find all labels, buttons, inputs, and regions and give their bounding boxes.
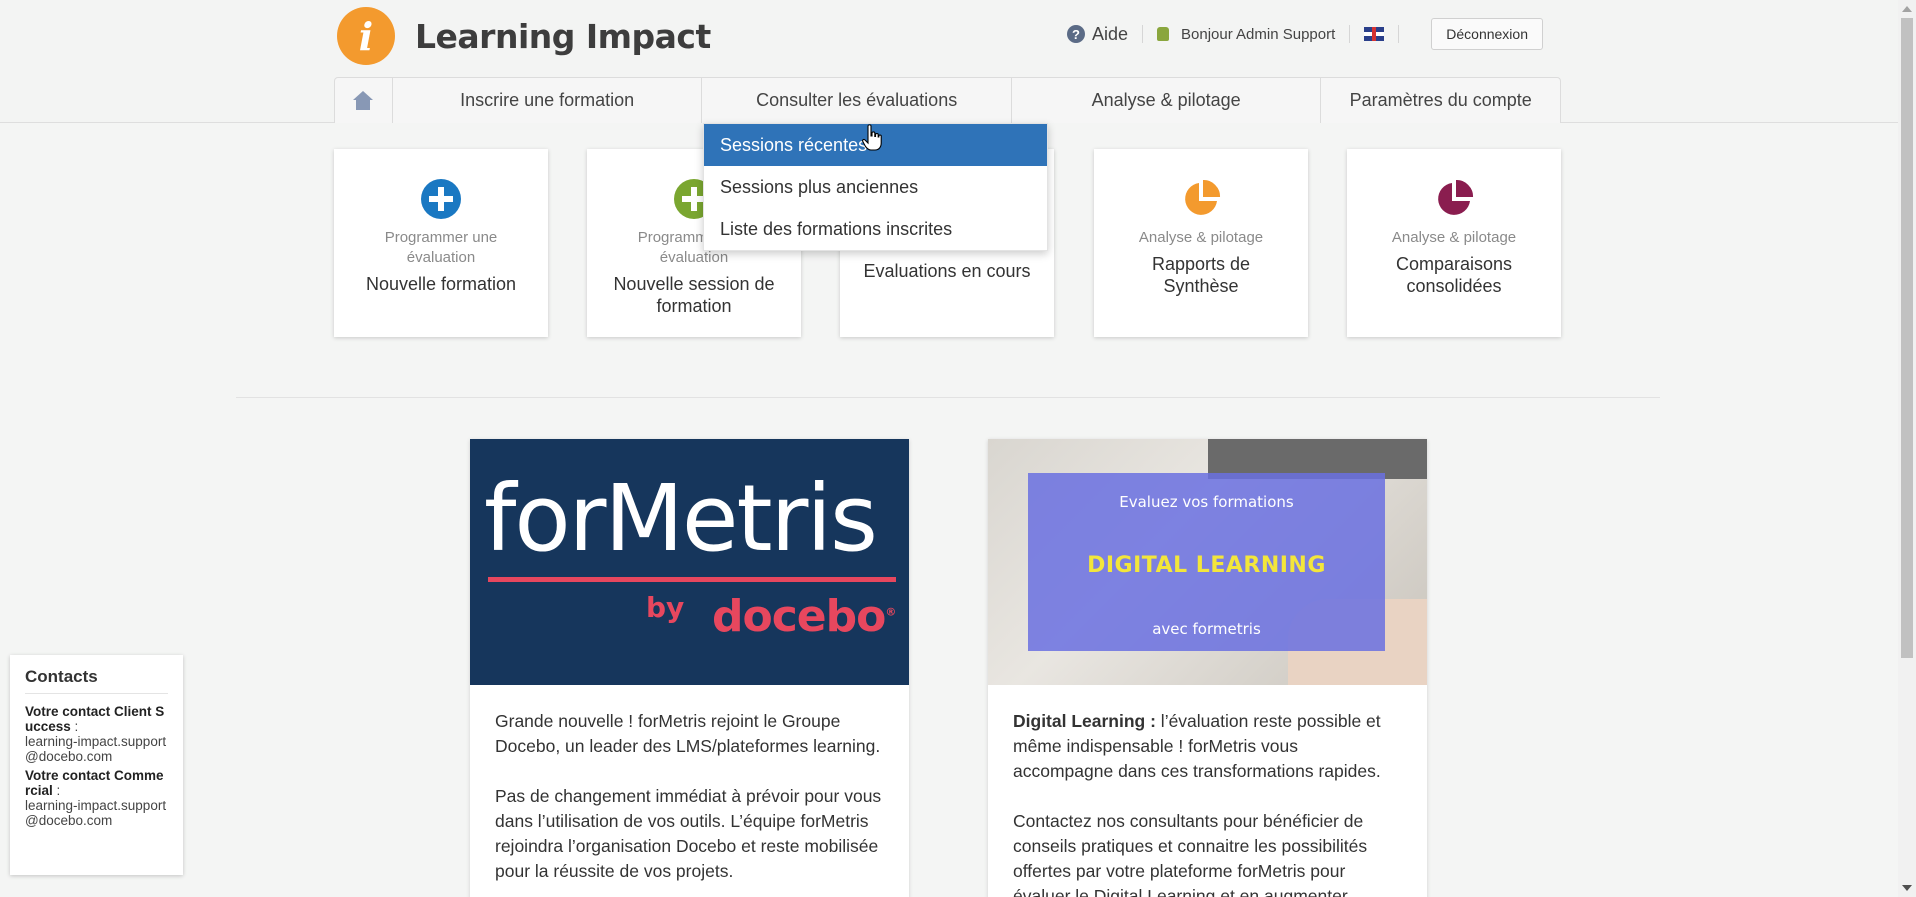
docebo-logo-text: docebo® (712, 591, 896, 642)
plus-circle-icon (421, 179, 461, 219)
help-label: Aide (1091, 23, 1128, 44)
uk-flag-icon[interactable] (1364, 27, 1385, 41)
news-paragraph: Grande nouvelle ! forMetris rejoint le G… (495, 711, 881, 756)
news-paragraph: Pas de changement immédiat à prévoir pou… (495, 786, 882, 881)
scroll-down-arrow-icon[interactable] (1902, 885, 1912, 891)
contact-label: Votre contact Client Success (25, 704, 165, 734)
contact-client-success: Votre contact Client Success : learning-… (25, 704, 168, 764)
pie-chart-icon (1438, 179, 1474, 215)
card-subtitle: Programmer une évaluation (384, 229, 498, 266)
news-paragraph: Contactez nos consultants pour bénéficie… (1013, 811, 1368, 897)
menu-item-liste-formations[interactable]: Liste des formations inscrites (704, 208, 1047, 250)
docebo-word: docebo (712, 591, 886, 642)
contacts-title: Contacts (25, 667, 168, 694)
divider (1349, 25, 1351, 43)
card-title: Rapports de Synthèse (1151, 254, 1251, 296)
formetris-logo-text: forMetris (484, 473, 878, 565)
news-paragraph: Digital Learning : l’évaluation reste po… (1013, 709, 1402, 784)
hand-cursor-icon (862, 124, 882, 151)
pie-chart-icon (1185, 179, 1221, 215)
card-comparaisons-consolidees[interactable]: Analyse & pilotage Comparaisons consolid… (1347, 149, 1561, 337)
registered-mark: ® (885, 605, 896, 619)
nav-parametres-compte[interactable]: Paramètres du compte (1321, 78, 1560, 123)
contact-separator: : (52, 783, 61, 798)
contact-email[interactable]: learning-impact.support@docebo.com (25, 734, 168, 764)
card-subtitle: Analyse & pilotage (1391, 229, 1517, 246)
menu-item-sessions-anciennes[interactable]: Sessions plus anciennes (704, 166, 1047, 208)
nav-home[interactable] (335, 78, 393, 123)
card-title: Comparaisons consolidées (1395, 254, 1513, 296)
home-icon (352, 90, 374, 111)
news-body: Digital Learning : l’évaluation reste po… (988, 685, 1427, 897)
section-divider (236, 397, 1660, 398)
contact-commercial: Votre contact Commercial : learning-impa… (25, 768, 168, 828)
news-lead-bold: Digital Learning : (1013, 711, 1156, 731)
digital-learning-overlay: Evaluez vos formations DIGITAL LEARNING … (1028, 473, 1385, 651)
contact-separator: : (70, 719, 79, 734)
main-nav: Inscrire une formation Consulter les éva… (334, 77, 1561, 123)
divider (1142, 25, 1143, 43)
greeting: Bonjour Admin Support (1181, 25, 1336, 43)
formetris-word: M (604, 465, 684, 572)
help-link[interactable]: ? Aide (1066, 23, 1128, 45)
nav-analyse-pilotage[interactable]: Analyse & pilotage (1012, 78, 1322, 123)
logout-button[interactable]: Déconnexion (1431, 18, 1543, 50)
formetris-word: etris (681, 465, 878, 572)
card-nouvelle-formation[interactable]: Programmer une évaluation Nouvelle forma… (334, 149, 548, 337)
nav-consulter-evaluations[interactable]: Consulter les évaluations (702, 78, 1012, 123)
contacts-panel: Contacts Votre contact Client Success : … (10, 655, 183, 875)
logo[interactable]: i Learning Impact (337, 7, 711, 65)
card-subtitle: Analyse & pilotage (1138, 229, 1264, 246)
card-title: Evaluations en cours (863, 261, 1031, 281)
header: i Learning Impact ? Aide Bonjour Admin S… (0, 0, 1898, 123)
scrollbar-thumb[interactable] (1901, 18, 1913, 658)
logo-icon: i (337, 7, 395, 65)
user-icon (1157, 27, 1169, 41)
news-body: Grande nouvelle ! forMetris rejoint le G… (470, 685, 909, 884)
card-rapports-synthese[interactable]: Analyse & pilotage Rapports de Synthèse (1094, 149, 1308, 337)
formetris-docebo-banner: forMetris by docebo® (470, 439, 909, 685)
card-title: Nouvelle formation (365, 274, 517, 294)
banner-line: avec formetris (1152, 620, 1261, 638)
scroll-up-arrow-icon[interactable] (1902, 6, 1912, 12)
formetris-word: for (484, 465, 606, 572)
contact-email[interactable]: learning-impact.support@docebo.com (25, 798, 168, 828)
by-label: by (646, 591, 685, 624)
question-icon: ? (1066, 25, 1085, 43)
topbar: ? Aide Bonjour Admin Support Déconnexion (1066, 18, 1543, 50)
digital-learning-banner: Evaluez vos formations DIGITAL LEARNING … (988, 439, 1427, 685)
banner-line: Evaluez vos formations (1119, 493, 1294, 511)
brand-name: Learning Impact (415, 16, 711, 56)
scrollbar[interactable] (1898, 0, 1916, 897)
contact-label: Votre contact Commercial (25, 768, 164, 798)
news-card-digital-learning: Evaluez vos formations DIGITAL LEARNING … (988, 439, 1427, 897)
nav-inscrire-formation[interactable]: Inscrire une formation (393, 78, 703, 123)
card-title: Nouvelle session de formation (613, 274, 775, 316)
news-card-formetris: forMetris by docebo® Grande nouvelle ! f… (470, 439, 909, 897)
divider (1398, 25, 1400, 43)
formetris-underline (488, 577, 896, 582)
banner-headline: DIGITAL LEARNING (1087, 553, 1326, 578)
